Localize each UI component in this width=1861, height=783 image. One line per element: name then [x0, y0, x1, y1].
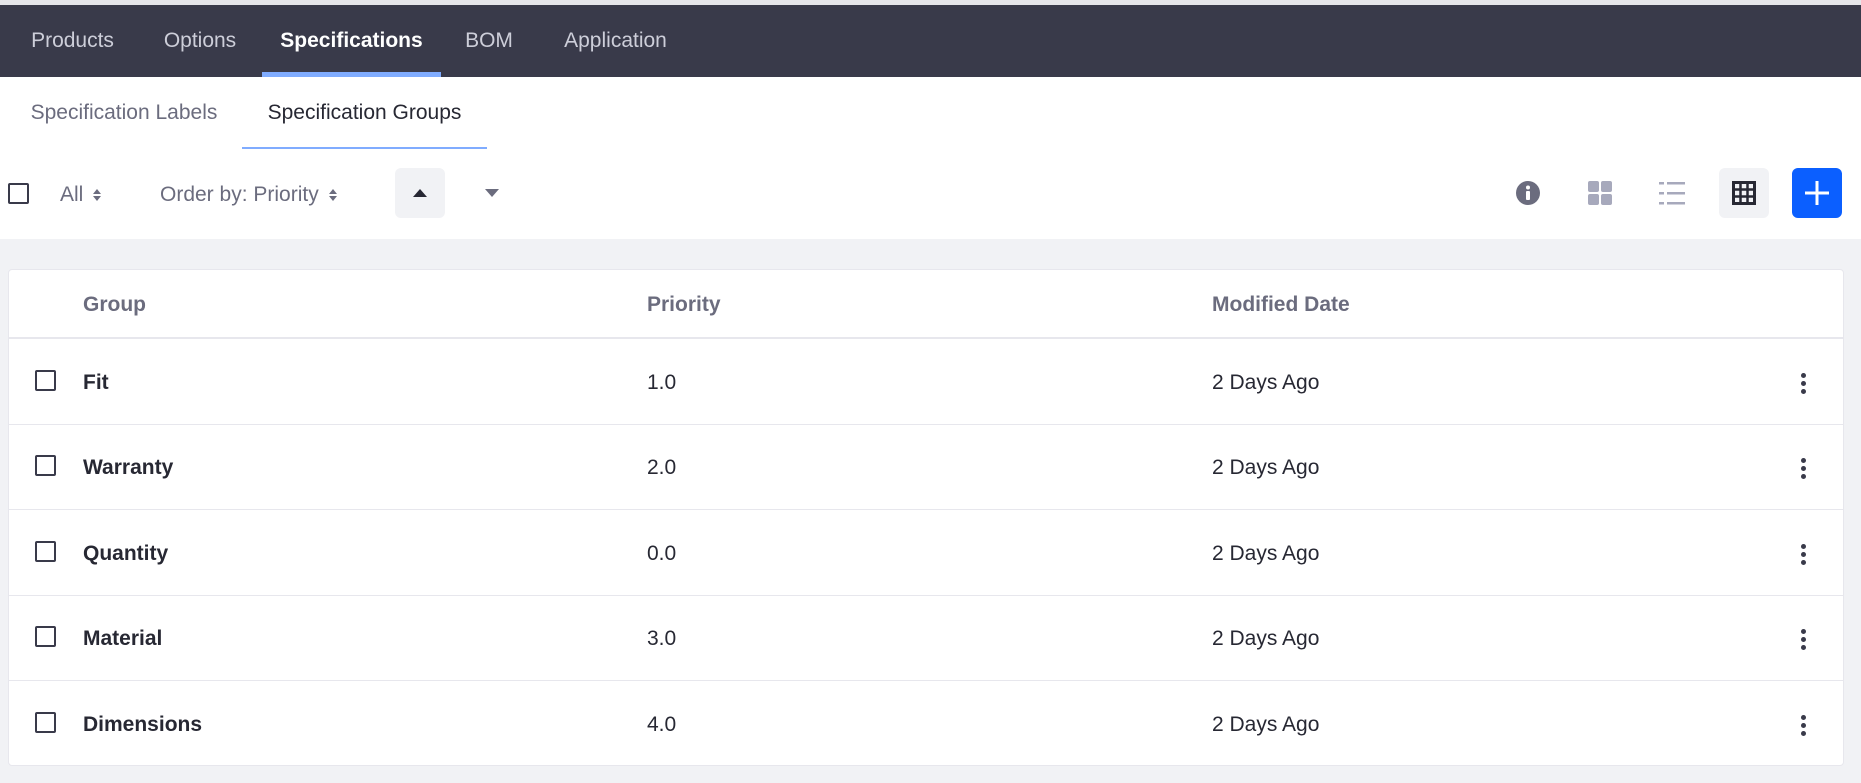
management-toolbar: All Order by: Priority [0, 149, 1861, 239]
group-name[interactable]: Warranty [83, 425, 173, 510]
caret-down-icon [485, 189, 499, 197]
row-actions-kebab-icon[interactable] [1793, 453, 1813, 483]
plus-icon [1805, 181, 1829, 205]
specification-groups-table: Group Priority Modified Date Fit 1.0 2 D… [8, 269, 1844, 766]
column-header-priority: Priority [647, 292, 721, 316]
tab-bom[interactable]: BOM [441, 5, 537, 77]
tab-application[interactable]: Application [537, 5, 694, 77]
column-header-group: Group [83, 292, 146, 316]
top-navigation-bar: Products Options Specifications BOM Appl… [0, 0, 1861, 77]
row-actions-kebab-icon[interactable] [1793, 539, 1813, 569]
table-row[interactable]: Material 3.0 2 Days Ago [9, 596, 1843, 681]
group-name[interactable]: Material [83, 596, 162, 681]
cards-view-icon [1588, 181, 1612, 205]
table-row[interactable]: Warranty 2.0 2 Days Ago [9, 425, 1843, 510]
priority-value: 3.0 [647, 626, 677, 650]
tab-specifications[interactable]: Specifications [262, 5, 441, 77]
table-header: Group Priority Modified Date [9, 270, 1843, 339]
list-view-button[interactable] [1647, 168, 1697, 218]
row-actions-kebab-icon[interactable] [1793, 624, 1813, 654]
order-by-dropdown[interactable]: Order by: Priority [160, 179, 337, 211]
list-view-icon [1659, 182, 1685, 205]
priority-value: 0.0 [647, 541, 677, 565]
caret-up-icon [413, 189, 427, 197]
row-actions-kebab-icon[interactable] [1793, 710, 1813, 740]
group-name[interactable]: Dimensions [83, 682, 202, 767]
row-actions-kebab-icon[interactable] [1793, 368, 1813, 398]
secondary-navigation: Specification Labels Specification Group… [0, 77, 1861, 152]
priority-value: 2.0 [647, 455, 677, 479]
caret-double-icon [93, 189, 102, 201]
modified-date: 2 Days Ago [1212, 370, 1320, 394]
priority-value: 4.0 [647, 712, 677, 736]
modified-date: 2 Days Ago [1212, 626, 1320, 650]
row-checkbox[interactable] [35, 370, 56, 391]
info-button[interactable] [1503, 168, 1553, 218]
priority-value: 1.0 [647, 370, 677, 394]
tab-options[interactable]: Options [138, 5, 262, 77]
filter-dropdown-label: All [60, 183, 84, 206]
filter-dropdown[interactable]: All [60, 179, 102, 211]
table-view-icon [1732, 181, 1756, 205]
sort-descending-button[interactable] [467, 168, 517, 218]
tab-specification-labels[interactable]: Specification Labels [7, 77, 241, 149]
cards-view-button[interactable] [1575, 168, 1625, 218]
group-name[interactable]: Quantity [83, 511, 168, 596]
row-checkbox[interactable] [35, 455, 56, 476]
tab-specification-groups[interactable]: Specification Groups [242, 77, 487, 152]
modified-date: 2 Days Ago [1212, 455, 1320, 479]
row-checkbox[interactable] [35, 626, 56, 647]
sort-ascending-button[interactable] [395, 168, 445, 218]
table-row[interactable]: Quantity 0.0 2 Days Ago [9, 511, 1843, 596]
caret-double-icon [328, 189, 337, 201]
table-row[interactable]: Fit 1.0 2 Days Ago [9, 340, 1843, 425]
table-view-button[interactable] [1719, 168, 1769, 218]
modified-date: 2 Days Ago [1212, 712, 1320, 736]
tab-products[interactable]: Products [7, 5, 138, 77]
row-checkbox[interactable] [35, 712, 56, 733]
info-icon [1516, 181, 1540, 205]
column-header-modified-date: Modified Date [1212, 292, 1350, 316]
group-name[interactable]: Fit [83, 340, 109, 425]
modified-date: 2 Days Ago [1212, 541, 1320, 565]
add-button[interactable] [1792, 168, 1842, 218]
order-by-label: Order by: Priority [160, 183, 319, 206]
row-checkbox[interactable] [35, 541, 56, 562]
select-all-checkbox[interactable] [8, 183, 29, 204]
table-row[interactable]: Dimensions 4.0 2 Days Ago [9, 682, 1843, 767]
